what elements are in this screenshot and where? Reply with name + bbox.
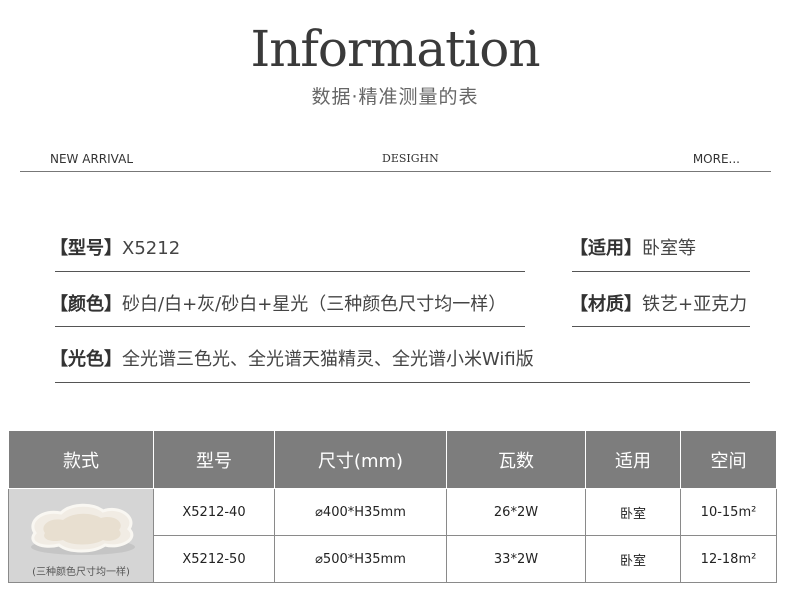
spec-material-value: 铁艺+亚克力 <box>642 294 748 315</box>
spec-color-key: 【颜色】 <box>50 294 122 315</box>
cell-watt: 26*2W <box>446 488 586 536</box>
nav-new-arrival[interactable]: NEW ARRIVAL <box>50 152 133 166</box>
nav-more[interactable]: MORE... <box>693 152 740 166</box>
page-title: Information <box>250 20 540 78</box>
spec-use-key: 【适用】 <box>570 238 642 259</box>
cell-size: ⌀400*H35mm <box>274 488 447 536</box>
spec-model-value: X5212 <box>122 238 181 259</box>
cell-size: ⌀500*H35mm <box>274 535 447 583</box>
cell-space: 10-15m² <box>680 488 777 536</box>
header-size: 尺寸(mm) <box>274 430 447 489</box>
nav-bar: NEW ARRIVAL DESIGHN MORE... <box>20 150 770 170</box>
spec-use: 【适用】卧室等 <box>570 234 696 260</box>
cell-space: 12-18m² <box>680 535 777 583</box>
header-room: 适用 <box>585 430 681 489</box>
spec-rule <box>572 271 750 272</box>
cell-room: 卧室 <box>585 535 681 583</box>
spec-light-key: 【光色】 <box>50 349 122 370</box>
spec-material-key: 【材质】 <box>570 294 642 315</box>
product-image-cell: (三种颜色尺寸均一样) <box>8 488 154 583</box>
nav-design[interactable]: DESIGHN <box>382 152 439 165</box>
spec-light: 【光色】全光谱三色光、全光谱天猫精灵、全光谱小米Wifi版 <box>50 345 534 371</box>
spec-material: 【材质】铁艺+亚克力 <box>570 290 747 316</box>
table-header-row: 款式 型号 尺寸(mm) 瓦数 适用 空间 <box>8 430 777 489</box>
spec-use-value: 卧室等 <box>642 238 696 259</box>
spec-table: 款式 型号 尺寸(mm) 瓦数 适用 空间 (三种颜色尺寸均一样) X5212-… <box>8 430 777 583</box>
header-model: 型号 <box>153 430 275 489</box>
header-space: 空间 <box>680 430 777 489</box>
nav-divider <box>20 171 771 172</box>
spec-light-value: 全光谱三色光、全光谱天猫精灵、全光谱小米Wifi版 <box>122 349 534 370</box>
spec-color-value: 砂白/白+灰/砂白+星光（三种颜色尺寸均一样） <box>122 294 507 315</box>
cell-watt: 33*2W <box>446 535 586 583</box>
product-image-caption: (三种颜色尺寸均一样) <box>32 567 130 578</box>
table-row: (三种颜色尺寸均一样) X5212-40 ⌀400*H35mm 26*2W 卧室… <box>8 488 777 583</box>
cell-room: 卧室 <box>585 488 681 536</box>
cell-model: X5212-40 <box>153 488 275 536</box>
spec-rule <box>572 326 750 327</box>
cell-model: X5212-50 <box>153 535 275 583</box>
header-watt: 瓦数 <box>446 430 586 489</box>
header-style: 款式 <box>8 430 154 489</box>
ceiling-lamp-image <box>31 503 135 555</box>
spec-model: 【型号】X5212 <box>50 234 180 260</box>
spec-rule <box>55 382 750 383</box>
spec-color: 【颜色】砂白/白+灰/砂白+星光（三种颜色尺寸均一样） <box>50 290 506 316</box>
spec-rule <box>55 326 525 327</box>
spec-rule <box>55 271 525 272</box>
spec-model-key: 【型号】 <box>50 238 122 259</box>
page-subtitle: 数据·精准测量的表 <box>311 86 479 108</box>
